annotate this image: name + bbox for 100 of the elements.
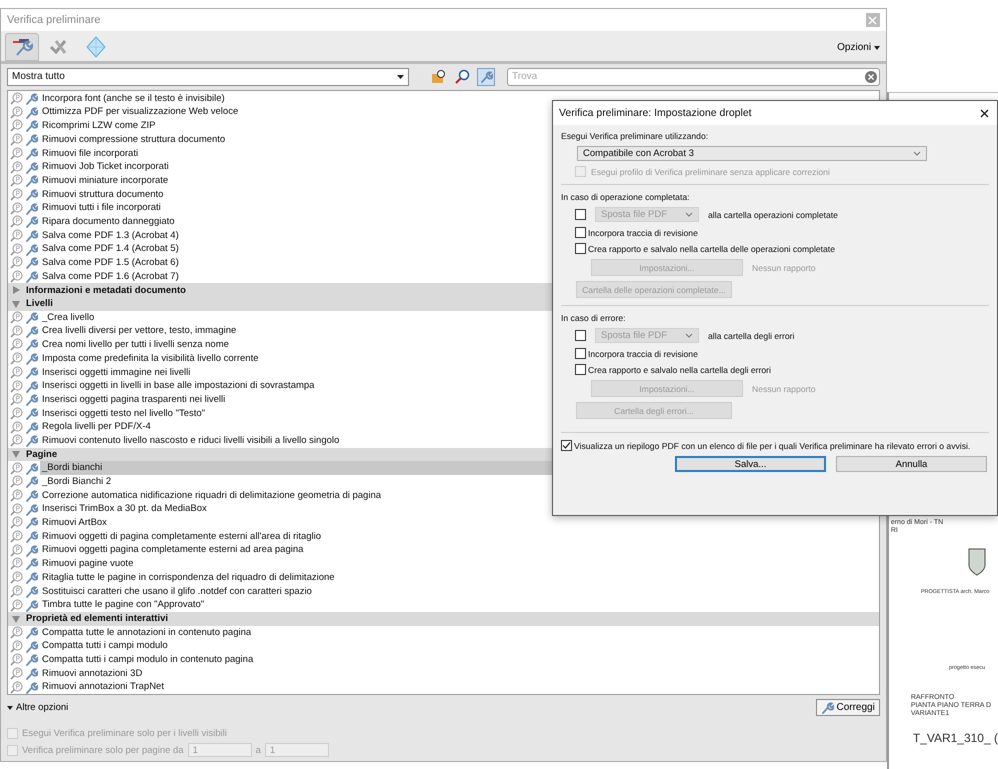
fixup-item[interactable]: _Crea livello (40, 310, 94, 324)
wrench-icon (25, 598, 38, 612)
fixup-item[interactable]: Rimuovi oggetti di pagina completamente esterni all'area di ritaglio (40, 530, 322, 544)
fixup-item[interactable]: Timbra tutte le pagine con "Approvato" (40, 598, 204, 612)
fixup-item[interactable]: Rimuovi compressione struttura documento (40, 132, 226, 147)
fixup-item[interactable]: Inserisci oggetti testo nel livello "Testo" (40, 406, 206, 420)
triangle-down-icon (12, 450, 20, 458)
tab[interactable] (5, 32, 39, 61)
fixup-item[interactable]: Incorpora font (anche se il testo è invisibile) (40, 92, 225, 106)
checkbox-label: Visualizza un riepilogo PDF con un elenco di file per i quali Verifica preliminare ha rilevato errori o avvisi. (574, 440, 970, 450)
magnifier-icon (10, 653, 23, 666)
search-input[interactable]: Trova (512, 71, 865, 82)
fixup-item[interactable]: Rimuovi pagine vuote (40, 557, 134, 571)
wrench-icon (25, 584, 38, 598)
fixup-item[interactable]: Regola livelli per PDF/X-4 (40, 420, 151, 434)
wrench-icon (25, 215, 38, 228)
checkbox[interactable] (575, 364, 586, 375)
magnifier-icon (10, 598, 23, 612)
fix-button[interactable]: Correggi (816, 699, 880, 716)
fixup-item[interactable]: Ripara documento danneggiato (40, 214, 175, 229)
fixup-item[interactable]: Imposta come predefinita la visibilità livello corrente (40, 352, 258, 366)
fixup-item[interactable]: Rimuovi ArtBox (40, 516, 107, 530)
wrench-icon (25, 311, 38, 324)
search-field[interactable]: Trova (507, 68, 880, 86)
checkbox[interactable] (575, 209, 586, 220)
fixup-item[interactable]: Rimuovi contenuto livello nascosto e riduci livelli visibili a livello singolo (40, 434, 340, 448)
fixup-item[interactable]: Rimuovi Job Ticket incorporati (40, 160, 169, 174)
more-options-toggle[interactable]: Altre opzioni (7, 702, 68, 713)
dialog-button[interactable]: Annulla (836, 456, 987, 472)
checkbox[interactable] (561, 440, 572, 451)
fixup-item[interactable]: Rimuovi annotazioni 3D (40, 666, 142, 680)
wrench-icon (25, 352, 38, 366)
fixup-item[interactable]: Correzione automatica nidificazione riquadri di delimitazione geometria di pagina (40, 488, 382, 502)
checkbox-label: Crea rapporto e salvalo nella cartella degli errori (588, 364, 771, 374)
fixup-item[interactable]: Compatta tutti i campi modulo in contenuto pagina (40, 652, 254, 667)
fixup-item[interactable]: Sostituisci caratteri che usano il glifo .notdef con caratteri spazio (40, 584, 312, 598)
view-button[interactable] (429, 68, 447, 86)
checkbox[interactable] (575, 243, 586, 254)
fixup-item[interactable]: Rimuovi miniature incorporate (40, 174, 168, 188)
caret-icon (397, 74, 404, 79)
clear-icon[interactable] (864, 70, 877, 83)
fixup-item[interactable]: Salva come PDF 1.6 (Acrobat 7) (40, 270, 179, 284)
caret-icon (874, 46, 880, 50)
fixup-item[interactable]: Inserisci TrimBox a 30 pt. da MediaBox (40, 502, 207, 516)
fixup-item[interactable]: Rimuovi file incorporati (40, 146, 138, 160)
wrench-icon (25, 119, 38, 132)
wrench-icon (25, 571, 38, 584)
fixup-item[interactable]: Rimuovi struttura documento (40, 188, 164, 202)
fixup-item[interactable]: Salva come PDF 1.4 (Acrobat 5) (40, 242, 179, 256)
wrench-icon (25, 92, 38, 106)
fixup-item[interactable]: Ricomprimi LZW come ZIP (40, 119, 156, 133)
checkbox-label: Esegui Verifica preliminare solo per i livelli visibili (22, 728, 227, 739)
group-title: Livelli (26, 298, 53, 310)
group-header[interactable]: Proprietà ed elementi interattivi (8, 612, 879, 626)
group-title: Pagine (26, 448, 58, 460)
checkbox[interactable] (575, 227, 586, 238)
dialog-title: Verifica preliminare: Impostazione droplet (559, 107, 752, 119)
wrench-icon (25, 653, 38, 666)
fixup-item[interactable]: Inserisci oggetti pagina trasparenti nei livelli (40, 392, 226, 407)
options-menu[interactable]: Opzioni (835, 42, 882, 61)
wrench-icon (25, 202, 38, 215)
magnifier-icon (10, 584, 23, 598)
fixup-item[interactable]: _Bordi Bianchi 2 (40, 475, 112, 489)
magnifier-icon (10, 202, 23, 215)
fixup-item[interactable]: Inserisci oggetti in livelli in base alle impostazioni di sovrastampa (40, 379, 314, 393)
checkbox[interactable] (575, 330, 586, 341)
wrench-icon (25, 420, 38, 434)
magnifier-icon (10, 119, 23, 132)
wrench-icon (821, 701, 834, 714)
magnifier-icon (10, 146, 23, 160)
profile-select[interactable]: Compatibile con Acrobat 3 (577, 146, 927, 161)
wrench-icon (25, 530, 38, 544)
fixup-item[interactable]: Rimuovi annotazioni TrapNet (40, 680, 164, 694)
magnifier-icon (10, 228, 23, 242)
checkbox-label: Verifica preliminare solo per pagine da (22, 744, 184, 756)
fixup-item[interactable]: Rimuovi oggetti pagina completamente esterni ad area pagina (40, 543, 304, 558)
magnifier-icon (10, 160, 23, 174)
fixup-item[interactable]: Rimuovi tutti i file incorporati (40, 201, 161, 215)
fixup-item[interactable]: Inserisci oggetti immagine nei livelli (40, 366, 190, 380)
magnifier-icon (10, 434, 23, 448)
checkbox-label: Esegui profilo di Verifica preliminare senza applicare correzioni (591, 166, 830, 176)
fixup-item[interactable]: Ottimizza PDF per visualizzazione Web veloce (40, 105, 238, 120)
filter-dropdown[interactable]: Mostra tutto (7, 68, 409, 86)
wrench-icon (25, 174, 38, 188)
magnifier-icon (10, 406, 23, 420)
magnifier-icon (10, 215, 23, 228)
magnifier-icon (10, 557, 23, 570)
checkbox[interactable] (575, 348, 586, 359)
fixup-item[interactable]: Crea livelli diversi per vettore, testo, immagine (40, 324, 236, 338)
fixup-item[interactable]: Compatta tutte le annotazioni in contenuto pagina (40, 626, 252, 640)
fixup-item[interactable]: Salva come PDF 1.3 (Acrobat 4) (40, 228, 179, 242)
view-button[interactable] (453, 68, 471, 86)
fixup-item[interactable]: Crea nomi livello per tutti i livelli senza nome (40, 338, 229, 352)
fixup-item[interactable]: Compatta tutti i campi modulo (40, 639, 168, 653)
fixup-item[interactable]: Ritaglia tutte le pagine in corrispondenza del riquadro di delimitazione (40, 570, 335, 585)
fixup-item[interactable]: Salva come PDF 1.5 (Acrobat 6) (40, 256, 179, 270)
checkbox-label: Incorpora traccia di revisione (588, 348, 698, 358)
wrench-check-icon (11, 36, 33, 57)
dialog-button[interactable]: Salva... (675, 456, 826, 472)
wrench-icon (25, 146, 38, 160)
